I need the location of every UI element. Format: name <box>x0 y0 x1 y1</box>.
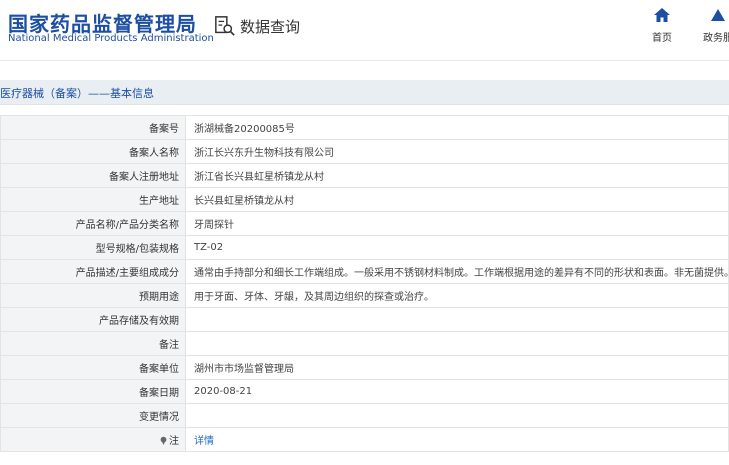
row-value-label: 通常由手持部分和细长工作端组成。一般采用不锈钢材料制成。工作端根据用途的差异有不… <box>194 268 729 279</box>
row-value-cell <box>185 403 729 428</box>
row-key-label: 产品描述/主要组成成分 <box>75 268 179 279</box>
row-key-cell: 产品名称/产品分类名称 <box>0 211 186 236</box>
nav-government-service-label: 政务服 <box>703 33 729 44</box>
table-row: 产品描述/主要组成成分 通常由手持部分和细长工作端组成。一般采用不锈钢材料制成。工… <box>0 259 729 284</box>
section-bar: 医疗器械（备案）——基本信息 <box>0 80 729 105</box>
row-key-label: 备案单位 <box>139 364 179 375</box>
row-key-cell: 注 <box>0 427 186 452</box>
row-value-cell: 2020-08-21 <box>185 379 729 404</box>
nav-government-service[interactable]: 政务服 <box>698 8 729 44</box>
row-key-label: 产品存储及有效期 <box>99 316 179 327</box>
row-value-label: 用于牙面、牙体、牙龈，及其周边组织的探查或治疗。 <box>194 292 434 303</box>
row-value-cell: 长兴县虹星桥镇龙从村 <box>185 187 729 212</box>
nav-home[interactable]: 首页 <box>644 8 680 44</box>
row-value-label: TZ-02 <box>194 242 224 253</box>
table-row: 备案人名称 浙江长兴东升生物科技有限公司 <box>0 139 729 164</box>
row-key-label: 备案日期 <box>139 388 179 399</box>
row-value-label: 湖州市市场监督管理局 <box>194 364 294 375</box>
basic-info-table: 备案号 浙湖械备20200085号备案人名称 浙江长兴东升生物科技有限公司备案人注册… <box>0 115 729 452</box>
row-value-cell: TZ-02 <box>185 235 729 260</box>
row-key-cell: 备注 <box>0 331 186 356</box>
triangle-icon <box>711 9 725 21</box>
row-key-label: 型号规格/包装规格 <box>95 244 179 255</box>
row-key-label: 预期用途 <box>139 292 179 303</box>
table-row: 注 详情 <box>0 427 729 452</box>
row-key-cell: 产品描述/主要组成成分 <box>0 259 186 284</box>
row-key-label: 备案号 <box>149 124 179 135</box>
row-key-cell: 备案日期 <box>0 379 186 404</box>
row-key-cell: 备案人注册地址 <box>0 163 186 188</box>
site-header: 国家药品监督管理局 National Medical Products Admi… <box>0 0 729 61</box>
row-value-label: 牙周探针 <box>194 220 234 231</box>
row-key-label: 产品名称/产品分类名称 <box>75 220 179 231</box>
table-row: 备注 <box>0 331 729 356</box>
row-value-cell: 用于牙面、牙体、牙龈，及其周边组织的探查或治疗。 <box>185 283 729 308</box>
row-key-label: 备案人名称 <box>129 148 179 159</box>
table-row: 生产地址 长兴县虹星桥镇龙从村 <box>0 187 729 212</box>
row-value-label: 浙江省长兴县虹星桥镇龙从村 <box>194 172 324 183</box>
table-row: 产品名称/产品分类名称 牙周探针 <box>0 211 729 236</box>
row-key-label: 备注 <box>159 340 179 351</box>
row-value-label: 长兴县虹星桥镇龙从村 <box>194 196 294 207</box>
row-value-cell: 详情 <box>185 427 729 452</box>
row-key-label: 备案人注册地址 <box>109 172 179 183</box>
data-query-label: 数据查询 <box>240 17 301 36</box>
row-value-label: 浙江长兴东升生物科技有限公司 <box>194 148 334 159</box>
row-key-cell: 变更情况 <box>0 403 186 428</box>
table-row: 型号规格/包装规格 TZ-02 <box>0 235 729 260</box>
row-key-cell: 备案单位 <box>0 355 186 380</box>
row-key-cell: 预期用途 <box>0 283 186 308</box>
row-key-label: 注 <box>169 436 179 447</box>
nav-home-label: 首页 <box>652 33 672 44</box>
logo-en[interactable]: National Medical Products Administration <box>8 33 214 44</box>
table-row: 备案人注册地址 浙江省长兴县虹星桥镇龙从村 <box>0 163 729 188</box>
home-icon <box>654 8 670 22</box>
document-search-icon <box>215 16 235 36</box>
row-value-cell: 浙江省长兴县虹星桥镇龙从村 <box>185 163 729 188</box>
row-key-cell: 备案号 <box>0 115 186 140</box>
row-key-cell: 备案人名称 <box>0 139 186 164</box>
table-row: 备案日期 2020-08-21 <box>0 379 729 404</box>
table-row: 预期用途 用于牙面、牙体、牙龈，及其周边组织的探查或治疗。 <box>0 283 729 308</box>
pin-icon <box>160 436 167 445</box>
row-value-cell <box>185 331 729 356</box>
data-query-link[interactable]: 数据查询 <box>214 14 300 38</box>
row-value-cell <box>185 307 729 332</box>
row-value-cell: 牙周探针 <box>185 211 729 236</box>
row-value-label: 浙湖械备20200085号 <box>194 124 295 135</box>
section-title: 医疗器械（备案）——基本信息 <box>0 87 154 100</box>
details-link[interactable]: 详情 <box>194 436 214 447</box>
row-key-cell: 型号规格/包装规格 <box>0 235 186 260</box>
table-row: 备案号 浙湖械备20200085号 <box>0 115 729 140</box>
row-value-cell: 湖州市市场监督管理局 <box>185 355 729 380</box>
row-value-label: 2020-08-21 <box>194 386 253 397</box>
row-key-label: 生产地址 <box>139 196 179 207</box>
row-key-cell: 生产地址 <box>0 187 186 212</box>
row-value-cell: 通常由手持部分和细长工作端组成。一般采用不锈钢材料制成。工作端根据用途的差异有不… <box>185 259 729 284</box>
row-key-cell: 产品存储及有效期 <box>0 307 186 332</box>
row-key-label: 变更情况 <box>139 412 179 423</box>
table-row: 备案单位 湖州市市场监督管理局 <box>0 355 729 380</box>
table-row: 变更情况 <box>0 403 729 428</box>
table-row: 产品存储及有效期 <box>0 307 729 332</box>
row-value-cell: 浙江长兴东升生物科技有限公司 <box>185 139 729 164</box>
row-value-cell: 浙湖械备20200085号 <box>185 115 729 140</box>
